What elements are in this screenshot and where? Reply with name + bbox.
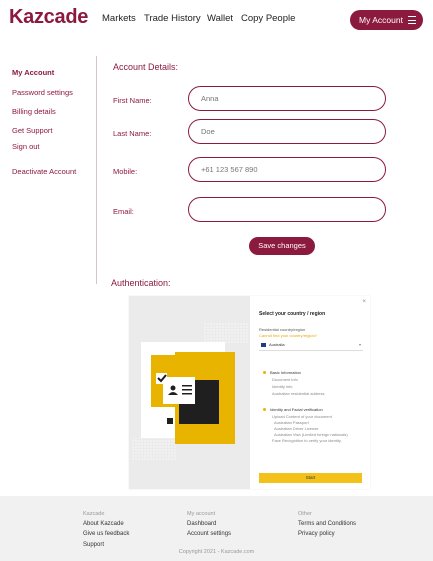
footer-link-feedback[interactable]: Give us feedback <box>83 531 129 537</box>
sidebar-item-get-support[interactable]: Get Support <box>12 126 52 135</box>
mobile-label: Mobile: <box>113 167 138 176</box>
top-navbar: Kazcade Markets Trade History Wallet Cop… <box>0 0 433 40</box>
last-name-label: Last Name: <box>113 129 152 138</box>
save-changes-button[interactable]: Save changes <box>249 237 315 255</box>
identity-item: Upload Content of your document <box>272 414 332 419</box>
sidebar-item-my-account[interactable]: My Account <box>12 68 54 77</box>
basic-item: Australian residential address <box>272 391 325 396</box>
residential-label: Residential country/region <box>259 327 306 332</box>
basic-item: Identity info <box>272 384 293 389</box>
copyright-text: Copyright 2021 - Kazcade.com <box>178 549 255 555</box>
identity-title: Identity and Facial verification <box>270 407 323 412</box>
identity-item: Australian Visa (Limited foreign nationa… <box>274 432 348 437</box>
identity-item: Face Recognition to verify your identity <box>272 438 341 443</box>
sidebar-item-billing-details[interactable]: Billing details <box>12 107 56 116</box>
step-dot-icon <box>263 371 266 374</box>
kazcade-logo[interactable]: Kazcade <box>9 6 88 29</box>
flag-icon <box>261 343 266 347</box>
my-account-label: My Account <box>359 15 403 25</box>
mobile-input[interactable] <box>188 157 386 182</box>
step-dot-icon <box>263 408 266 411</box>
id-card-illustration <box>131 322 249 460</box>
sidebar-item-sign-out[interactable]: Sign out <box>12 142 40 151</box>
identity-item: Australian Driver License <box>274 426 319 431</box>
footer-link-privacy[interactable]: Privacy policy <box>298 531 335 537</box>
footer-link-terms[interactable]: Terms and Conditions <box>298 521 356 527</box>
sidebar-divider <box>96 56 97 284</box>
verification-widget: × Select your country / region Residenti… <box>129 296 370 489</box>
id-illustration-panel <box>129 296 250 489</box>
nav-wallet[interactable]: Wallet <box>207 13 233 24</box>
nav-trade-history[interactable]: Trade History <box>144 13 201 24</box>
footer-link-about[interactable]: About Kazcade <box>83 521 124 527</box>
my-account-button[interactable]: My Account <box>350 10 423 30</box>
authentication-title: Authentication: <box>111 278 171 288</box>
country-select[interactable]: Australia ▾ <box>259 341 363 351</box>
basic-info-title: Basic Information <box>270 370 301 375</box>
email-label: Email: <box>113 207 134 216</box>
change-region-link[interactable]: Cannot find your country/region? <box>259 333 317 338</box>
email-input[interactable] <box>188 197 386 222</box>
identity-item: Australian Passport <box>274 420 309 425</box>
sidebar-item-password-settings[interactable]: Password settings <box>12 88 73 97</box>
footer-link-account-settings[interactable]: Account settings <box>187 531 231 537</box>
first-name-label: First Name: <box>113 96 152 105</box>
first-name-input[interactable] <box>188 86 386 111</box>
close-icon[interactable]: × <box>362 299 366 305</box>
account-details-title: Account Details: <box>113 62 179 72</box>
widget-heading: Select your country / region <box>259 311 326 317</box>
footer-heading-my-account: My account <box>187 511 216 517</box>
last-name-input[interactable] <box>188 119 386 144</box>
country-value: Australia <box>269 342 285 347</box>
footer-heading-other: Other <box>298 511 312 517</box>
country-select-panel: × Select your country / region Residenti… <box>250 296 370 489</box>
menu-icon <box>408 16 416 27</box>
basic-item: Document info <box>272 377 298 382</box>
chevron-down-icon: ▾ <box>358 342 361 347</box>
footer-heading-kazcade: Kazcade <box>83 511 105 517</box>
nav-copy-people[interactable]: Copy People <box>241 13 295 24</box>
footer-link-support[interactable]: Support <box>83 542 104 548</box>
start-button[interactable]: Start <box>259 473 362 483</box>
footer-link-dashboard[interactable]: Dashboard <box>187 521 216 527</box>
sidebar-item-deactivate-account[interactable]: Deactivate Account <box>12 167 76 176</box>
nav-markets[interactable]: Markets <box>102 13 136 24</box>
